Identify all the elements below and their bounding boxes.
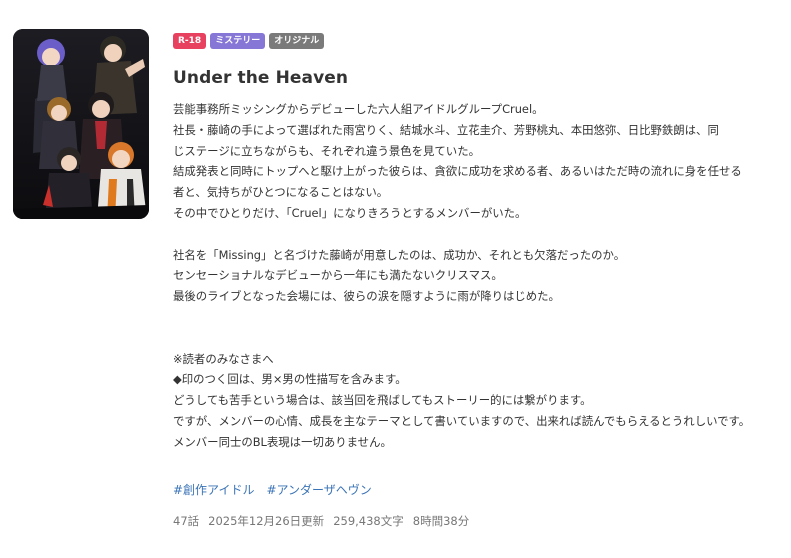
synopsis-line: 結成発表と同時にトップへと駆け上がった彼らは、貪欲に成功を求める者、あるいはただ… bbox=[173, 164, 742, 179]
synopsis-line: ◆印のつく回は、男×男の性描写を含みます。 bbox=[173, 372, 407, 387]
hashtag-list: #創作アイドル #アンダーザヘヴン bbox=[173, 481, 372, 498]
genre-badge-original[interactable]: オリジナル bbox=[269, 33, 325, 49]
synopsis-line bbox=[173, 307, 783, 328]
synopsis-line bbox=[173, 224, 783, 245]
genre-badges: R-18 ミステリー オリジナル bbox=[173, 33, 783, 49]
synopsis-line: 社長・藤崎の手によって選ばれた雨宮りく、結城水斗、立花圭介、芳野桃丸、本田悠弥、… bbox=[173, 122, 719, 137]
synopsis-line: 芸能事務所ミッシングからデビューした六人組アイドルグループCruel。 bbox=[173, 102, 544, 116]
work-stats: 47話 2025年12月26日更新 259,438文字 8時間38分 bbox=[173, 513, 469, 529]
synopsis-line: メンバー同士のBL表現は一切ありません。 bbox=[173, 434, 392, 449]
character-count: 259,438文字 bbox=[333, 514, 404, 528]
genre-badge-mystery[interactable]: ミステリー bbox=[210, 33, 266, 49]
updated-date: 2025年12月26日更新 bbox=[208, 514, 325, 528]
synopsis-line: その中でひとりだけ、「Cruel」になりきろうとするメンバーがいた。 bbox=[173, 205, 527, 220]
rating-badge[interactable]: R-18 bbox=[173, 33, 207, 49]
work-title[interactable]: Under the Heaven bbox=[173, 67, 783, 89]
synopsis-line: ※読者のみなさまへ bbox=[173, 351, 274, 366]
work-info: R-18 ミステリー オリジナル Under the Heaven 芸能事務所ミ… bbox=[173, 33, 783, 528]
synopsis-line bbox=[173, 328, 783, 349]
cover-illustration bbox=[13, 29, 149, 219]
reading-time: 8時間38分 bbox=[412, 514, 470, 528]
synopsis-line: 者と、気持ちがひとつになることはない。 bbox=[173, 185, 389, 200]
synopsis-line: 最後のライブとなった会場には、彼らの涙を隠すように雨が降りはじめた。 bbox=[173, 289, 560, 304]
cover-image[interactable] bbox=[13, 29, 149, 219]
synopsis-line: じステージに立ちながらも、それぞれ違う景色を見ていた。 bbox=[173, 143, 480, 158]
synopsis-line: センセーショナルなデビューから一年にも満たないクリスマス。 bbox=[173, 268, 503, 283]
synopsis: 芸能事務所ミッシングからデビューした六人組アイドルグループCruel。 社長・藤… bbox=[173, 99, 783, 453]
hashtag-link[interactable]: #創作アイドル bbox=[173, 481, 254, 498]
hashtag-link[interactable]: #アンダーザヘヴン bbox=[266, 481, 371, 498]
synopsis-line: 社名を「Missing」と名づけた藤崎が用意したのは、成功か、それとも欠落だった… bbox=[173, 247, 626, 262]
episode-count: 47話 bbox=[173, 514, 200, 528]
synopsis-line: どうしても苦手という場合は、該当回を飛ばしてもストーリー的には繋がります。 bbox=[173, 393, 592, 408]
synopsis-line: ですが、メンバーの心情、成長を主なテーマとして書いていますので、出来れば読んでも… bbox=[173, 413, 751, 428]
